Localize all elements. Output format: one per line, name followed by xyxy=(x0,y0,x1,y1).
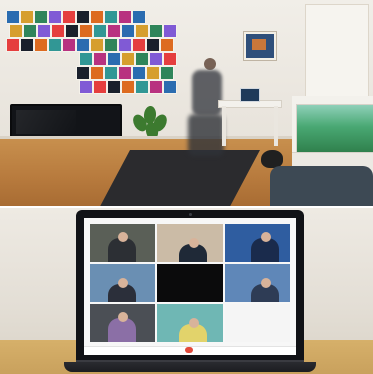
poster xyxy=(93,80,107,94)
poster xyxy=(76,38,90,52)
poster xyxy=(65,24,79,38)
poster xyxy=(132,38,146,52)
poster xyxy=(20,10,34,24)
poster xyxy=(51,24,65,38)
participant-video-tile[interactable] xyxy=(224,264,290,302)
poster-wall xyxy=(6,10,186,102)
poster xyxy=(160,38,174,52)
poster xyxy=(121,52,135,66)
poster xyxy=(6,10,20,24)
video-grid xyxy=(90,224,290,342)
participant-video-tile[interactable] xyxy=(90,304,156,342)
poster xyxy=(79,80,93,94)
poster xyxy=(48,38,62,52)
participant-face xyxy=(118,278,128,288)
framed-picture xyxy=(244,32,276,60)
poster xyxy=(121,80,135,94)
poster xyxy=(160,66,174,80)
poster xyxy=(135,80,149,94)
poster xyxy=(104,66,118,80)
poster xyxy=(93,24,107,38)
poster xyxy=(104,38,118,52)
poster xyxy=(163,24,177,38)
poster xyxy=(135,52,149,66)
poster xyxy=(90,10,104,24)
poster xyxy=(146,66,160,80)
poster xyxy=(93,52,107,66)
poster xyxy=(90,38,104,52)
poster xyxy=(107,24,121,38)
participant-video-tile[interactable] xyxy=(157,264,223,302)
video-call-screen xyxy=(84,218,296,355)
poster xyxy=(146,38,160,52)
poster xyxy=(149,24,163,38)
poster xyxy=(76,10,90,24)
poster xyxy=(135,24,149,38)
poster xyxy=(132,10,146,24)
participant-face xyxy=(260,232,271,242)
poster xyxy=(90,66,104,80)
desk-laptop xyxy=(240,88,260,102)
poster xyxy=(62,10,76,24)
poster xyxy=(62,38,76,52)
laptop-screen-bezel xyxy=(76,210,304,362)
desk-leg xyxy=(274,106,278,146)
living-room-photo xyxy=(0,0,373,206)
poster xyxy=(48,10,62,24)
participant-video-tile[interactable] xyxy=(90,224,156,262)
poster xyxy=(37,24,51,38)
poster xyxy=(104,10,118,24)
poster xyxy=(34,10,48,24)
poster xyxy=(20,38,34,52)
poster xyxy=(6,38,20,52)
participant-video-tile[interactable] xyxy=(224,224,290,262)
participant-face xyxy=(118,232,128,242)
poster xyxy=(79,52,93,66)
webcam-icon xyxy=(189,213,192,216)
participant-face xyxy=(118,312,128,322)
laptop-photo xyxy=(0,208,373,374)
poster xyxy=(34,38,48,52)
desk-leg xyxy=(222,106,226,146)
poster xyxy=(121,24,135,38)
poster xyxy=(118,66,132,80)
poster xyxy=(9,24,23,38)
poster xyxy=(107,80,121,94)
participant-video-tile[interactable] xyxy=(224,304,290,342)
laptop-base xyxy=(64,362,316,372)
poster xyxy=(23,24,37,38)
person-head xyxy=(204,58,216,70)
poster xyxy=(118,38,132,52)
person-torso xyxy=(192,70,222,116)
participant-video-tile[interactable] xyxy=(90,264,156,302)
aquarium-tank xyxy=(296,104,373,154)
person-legs xyxy=(188,114,224,156)
poster xyxy=(118,10,132,24)
poster xyxy=(132,66,146,80)
end-call-button[interactable] xyxy=(185,347,193,353)
poster xyxy=(79,24,93,38)
participant-video-tile[interactable] xyxy=(157,304,223,342)
poster xyxy=(149,52,163,66)
poster xyxy=(107,52,121,66)
poster xyxy=(163,52,177,66)
poster xyxy=(76,66,90,80)
poster xyxy=(149,80,163,94)
participant-video-tile[interactable] xyxy=(157,224,223,262)
participant-face xyxy=(260,278,271,288)
poster xyxy=(163,80,177,94)
sofa xyxy=(270,166,373,206)
